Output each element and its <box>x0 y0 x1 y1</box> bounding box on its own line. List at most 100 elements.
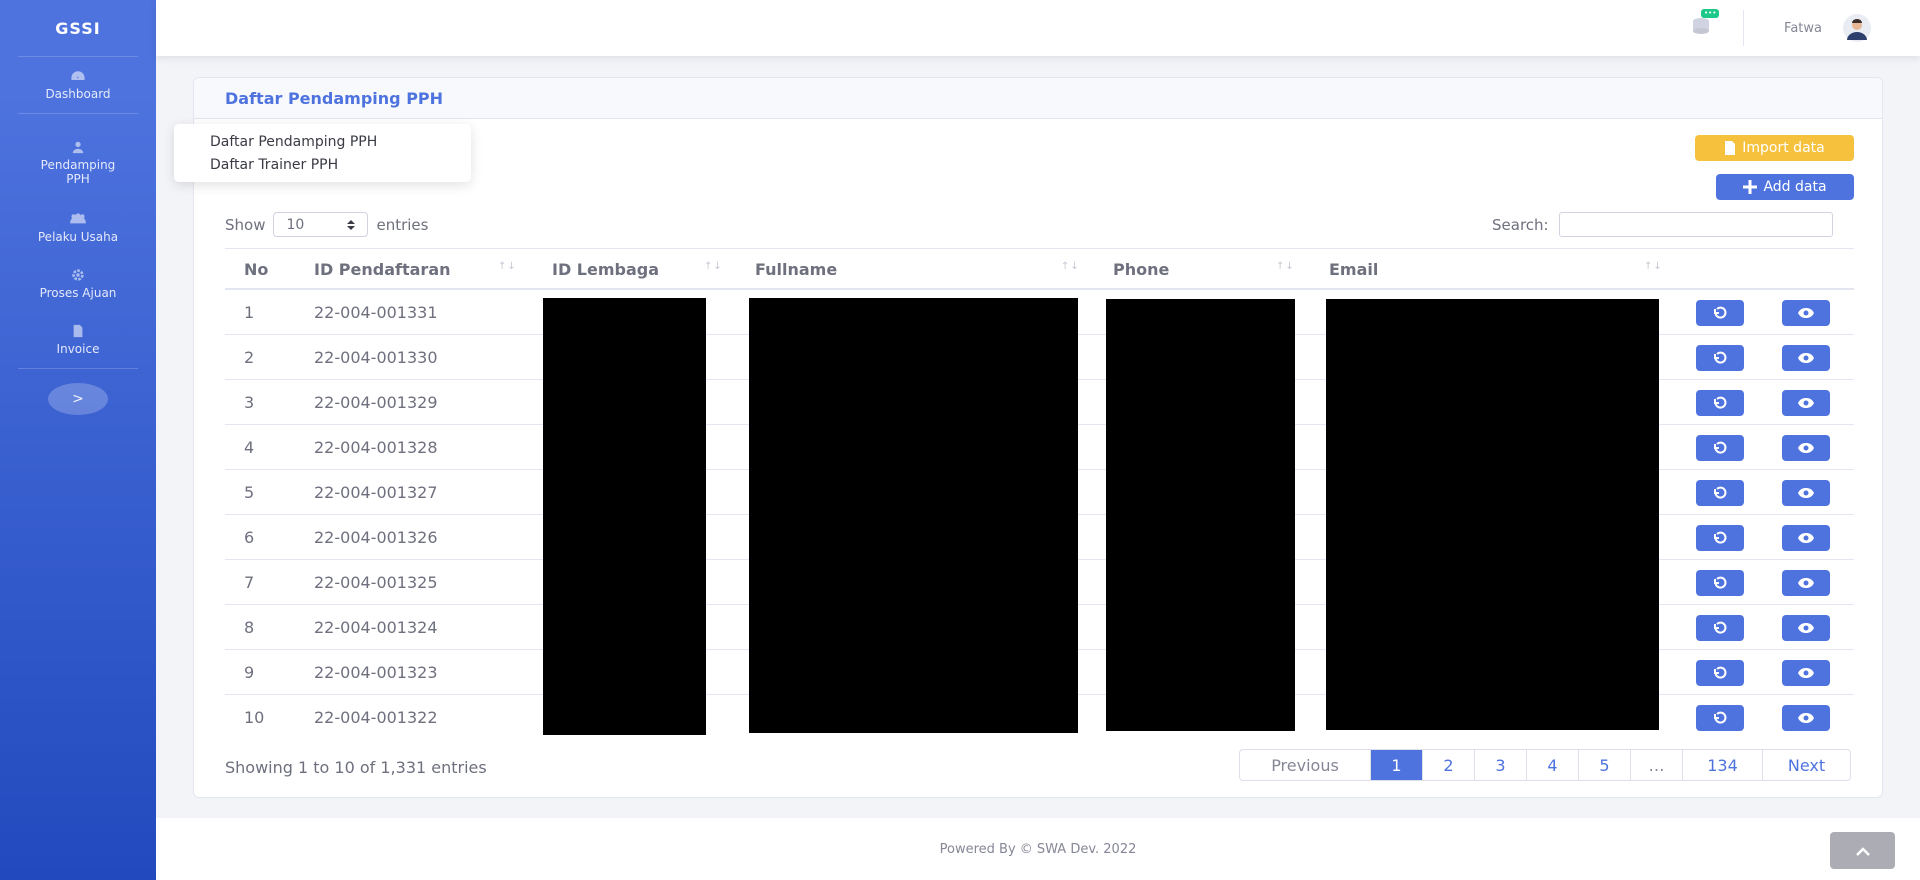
entries-select-value: 10 <box>286 216 305 233</box>
eye-icon <box>1798 443 1814 453</box>
column-header-no[interactable]: No <box>244 249 268 289</box>
reset-button[interactable] <box>1696 345 1744 371</box>
search-control: Search: <box>1492 212 1833 237</box>
search-label: Search: <box>1492 215 1549 234</box>
view-button[interactable] <box>1782 480 1830 506</box>
pagination-info: Showing 1 to 10 of 1,331 entries <box>225 758 487 777</box>
view-button[interactable] <box>1782 300 1830 326</box>
eye-icon <box>1798 353 1814 363</box>
cell-no: 5 <box>244 483 255 502</box>
sidebar-item-label: Invoice <box>56 342 100 356</box>
submenu-item-daftar-pendamping-pph[interactable]: Daftar Pendamping PPH <box>210 130 471 153</box>
eye-icon <box>1798 713 1814 723</box>
view-button[interactable] <box>1782 435 1830 461</box>
search-input[interactable] <box>1558 212 1833 237</box>
cell-no: 8 <box>244 618 255 637</box>
view-button[interactable] <box>1782 390 1830 416</box>
sidebar-item-dashboard[interactable]: Dashboard <box>0 57 156 113</box>
eye-icon <box>1798 668 1814 678</box>
sidebar-item-invoice[interactable]: Invoice <box>0 312 156 368</box>
redacted-email-column <box>1326 299 1659 730</box>
undo-icon <box>1714 711 1727 724</box>
users-icon <box>70 213 86 224</box>
scroll-to-top-button[interactable] <box>1830 832 1895 869</box>
entries-length-control: Show 10 entries <box>225 212 428 237</box>
cell-id-pendaftaran: 22-004-001329 <box>314 393 438 412</box>
cell-no: 3 <box>244 393 255 412</box>
table-header: No ID Pendaftaran ↑↓ ID Lembaga ↑↓ Fulln… <box>225 248 1854 290</box>
pagination-next[interactable]: Next <box>1762 750 1850 780</box>
cell-no: 2 <box>244 348 255 367</box>
pagination-page-3[interactable]: 3 <box>1474 750 1526 780</box>
pagination-previous[interactable]: Previous <box>1240 750 1370 780</box>
import-data-button[interactable]: Import data <box>1695 135 1854 161</box>
undo-icon <box>1714 621 1727 634</box>
reset-button[interactable] <box>1696 615 1744 641</box>
eye-icon <box>1798 308 1814 318</box>
view-button[interactable] <box>1782 705 1830 731</box>
sidebar-item-label: Pelaku Usaha <box>37 230 119 244</box>
brand-logo[interactable]: GSSI <box>0 0 156 56</box>
sort-icon: ↑↓ <box>498 261 517 272</box>
pagination-page-2[interactable]: 2 <box>1422 750 1474 780</box>
file-icon <box>73 324 83 338</box>
reset-button[interactable] <box>1696 705 1744 731</box>
user-name[interactable]: Fatwa <box>1784 21 1822 36</box>
cell-id-pendaftaran: 22-004-001325 <box>314 573 438 592</box>
sort-icon: ↑↓ <box>1276 261 1295 272</box>
sort-select-icon <box>347 219 356 230</box>
submenu-item-daftar-trainer-pph[interactable]: Daftar Trainer PPH <box>210 153 471 176</box>
sidebar-toggle-button[interactable]: > <box>48 383 108 415</box>
column-header-fullname[interactable]: Fullname <box>755 249 837 289</box>
page-title: Daftar Pendamping PPH <box>225 88 444 108</box>
reset-button[interactable] <box>1696 390 1744 416</box>
plus-icon <box>1743 180 1758 194</box>
sidebar-item-proses-ajuan[interactable]: Proses Ajuan <box>0 256 156 312</box>
cell-id-pendaftaran: 22-004-001323 <box>314 663 438 682</box>
footer-text: Powered By © SWA Dev. 2022 <box>939 841 1137 857</box>
entries-select[interactable]: 10 <box>273 212 369 237</box>
add-data-button[interactable]: Add data <box>1716 174 1854 200</box>
notifications-button[interactable]: ••• <box>1691 9 1720 39</box>
reset-button[interactable] <box>1696 300 1744 326</box>
reset-button[interactable] <box>1696 525 1744 551</box>
pagination-page-5[interactable]: 5 <box>1578 750 1630 780</box>
view-button[interactable] <box>1782 660 1830 686</box>
column-header-id-lembaga[interactable]: ID Lembaga <box>552 249 659 289</box>
pagination-page-134[interactable]: 134 <box>1682 750 1762 780</box>
sidebar-item-pendamping-pph[interactable]: Pendamping PPH <box>0 114 156 200</box>
reset-button[interactable] <box>1696 435 1744 461</box>
entries-label: entries <box>376 215 429 234</box>
footer: Powered By © SWA Dev. 2022 <box>156 818 1920 880</box>
reset-button[interactable] <box>1696 660 1744 686</box>
cell-id-pendaftaran: 22-004-001330 <box>314 348 438 367</box>
pagination-page-4[interactable]: 4 <box>1526 750 1578 780</box>
cell-no: 7 <box>244 573 255 592</box>
cog-icon <box>72 269 84 281</box>
pagination-page-1[interactable]: 1 <box>1370 750 1422 780</box>
cell-id-pendaftaran: 22-004-001322 <box>314 708 438 727</box>
view-button[interactable] <box>1782 570 1830 596</box>
sort-icon: ↑↓ <box>1644 261 1663 272</box>
main-card: Daftar Pendamping PPH Import data Add da… <box>193 77 1883 798</box>
cell-id-pendaftaran: 22-004-001324 <box>314 618 438 637</box>
cell-no: 10 <box>244 708 265 727</box>
show-label: Show <box>225 215 266 234</box>
cell-no: 4 <box>244 438 255 457</box>
reset-button[interactable] <box>1696 480 1744 506</box>
view-button[interactable] <box>1782 525 1830 551</box>
sidebar-item-pelaku-usaha[interactable]: Pelaku Usaha <box>0 200 156 256</box>
column-header-id-pendaftaran[interactable]: ID Pendaftaran <box>314 249 451 289</box>
column-header-phone[interactable]: Phone <box>1113 249 1169 289</box>
cell-id-pendaftaran: 22-004-001326 <box>314 528 438 547</box>
avatar[interactable] <box>1834 14 1880 42</box>
view-button[interactable] <box>1782 615 1830 641</box>
view-button[interactable] <box>1782 345 1830 371</box>
cell-no: 9 <box>244 663 255 682</box>
reset-button[interactable] <box>1696 570 1744 596</box>
redacted-phone-column <box>1106 299 1295 731</box>
column-header-email[interactable]: Email <box>1329 249 1378 289</box>
tachometer-icon <box>71 71 85 80</box>
redacted-fullname-column <box>749 298 1078 733</box>
cell-id-pendaftaran: 22-004-001328 <box>314 438 438 457</box>
